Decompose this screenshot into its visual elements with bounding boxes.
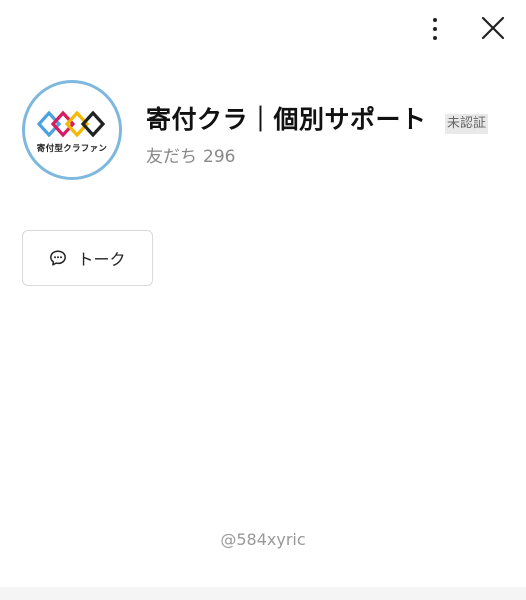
menu-dot xyxy=(433,27,437,31)
close-icon xyxy=(481,16,505,40)
talk-label: トーク xyxy=(77,250,126,269)
friends-label: 友だち xyxy=(146,147,197,167)
talk-button[interactable]: トーク xyxy=(22,230,153,286)
friends-number: 296 xyxy=(203,147,236,167)
profile-name: 寄付クラ｜個別サポート xyxy=(146,105,427,134)
avatar-text: 寄付型クラファン xyxy=(36,143,108,154)
close-button[interactable] xyxy=(476,11,510,45)
brand-logo xyxy=(36,110,106,137)
menu-dot xyxy=(433,36,437,40)
more-menu-button[interactable] xyxy=(418,12,452,46)
account-handle: @584xyric xyxy=(220,530,306,549)
friends-count[interactable]: 友だち 296 xyxy=(146,142,235,167)
avatar[interactable]: 寄付型クラファン xyxy=(22,80,122,180)
more-vertical-icon xyxy=(433,18,437,22)
chat-bubble-icon xyxy=(50,250,67,266)
unverified-badge: 未認証 xyxy=(445,114,489,134)
bottom-strip xyxy=(0,587,526,600)
top-bar xyxy=(0,0,526,56)
